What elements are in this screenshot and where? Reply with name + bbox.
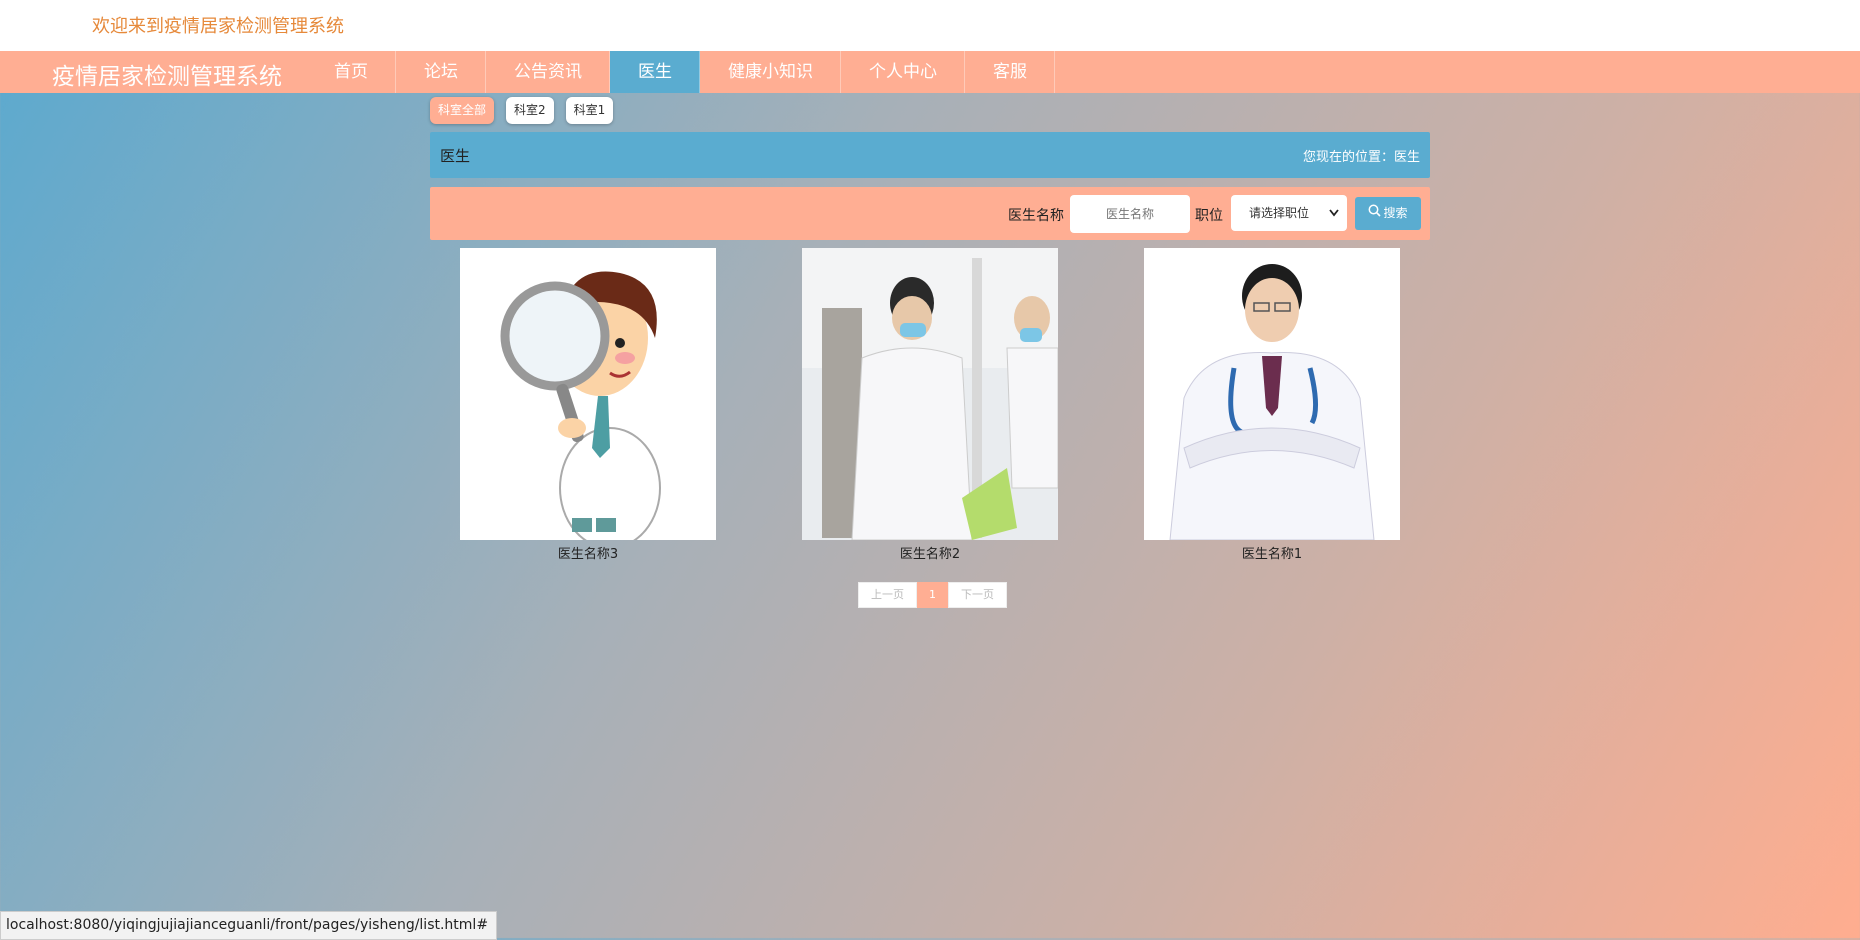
nav-item-home[interactable]: 首页 (306, 51, 396, 93)
doctor-name-input[interactable] (1070, 195, 1190, 233)
department-filters: 科室全部 科室2 科室1 (430, 97, 614, 124)
doctor-name-label: 医生名称 (1008, 208, 1064, 224)
nav-item-health-tips[interactable]: 健康小知识 (700, 51, 841, 93)
doctor-name[interactable]: 医生名称3 (460, 543, 716, 562)
doctor-card[interactable]: 医生名称3 (460, 248, 716, 562)
position-label: 职位 (1195, 208, 1223, 224)
doctor-card-list: 医生名称3 医生名称2 医生名称1 (430, 248, 1430, 568)
doctor-name[interactable]: 医生名称2 (802, 543, 1058, 562)
doctor-photo[interactable] (1144, 248, 1400, 540)
position-select[interactable]: 请选择职位 (1231, 195, 1347, 231)
page-title: 医生 (440, 147, 471, 165)
search-icon (1368, 197, 1382, 230)
doctor-photo[interactable] (460, 248, 716, 540)
nav-item-news[interactable]: 公告资讯 (486, 51, 610, 93)
current-page[interactable]: 1 (917, 582, 948, 608)
brand-title[interactable]: 疫情居家检测管理系统 (52, 57, 282, 91)
top-bar: 欢迎来到疫情居家检测管理系统 (0, 0, 1860, 51)
nav-menu: 首页 论坛 公告资讯 医生 健康小知识 个人中心 客服 (306, 51, 1055, 93)
breadcrumb: 医生 您现在的位置：医生 (430, 132, 1430, 178)
doctor-card[interactable]: 医生名称2 (802, 248, 1058, 562)
nav-item-profile[interactable]: 个人中心 (841, 51, 965, 93)
filter-all-departments[interactable]: 科室全部 (430, 97, 495, 124)
search-bar: 医生名称 职位 请选择职位 搜索 (430, 187, 1430, 240)
filter-department-1[interactable]: 科室1 (565, 97, 614, 124)
position-select-value: 请选择职位 (1249, 206, 1310, 220)
next-page-button[interactable]: 下一页 (948, 582, 1007, 608)
current-location: 您现在的位置：医生 (1302, 150, 1420, 165)
doctor-name[interactable]: 医生名称1 (1144, 543, 1400, 562)
status-bar-url: localhost:8080/yiqingjujiajianceguanli/f… (0, 911, 498, 940)
doctor-photo[interactable] (802, 248, 1058, 540)
nav-item-service[interactable]: 客服 (965, 51, 1055, 93)
chevron-down-icon (1329, 195, 1339, 245)
nav-item-forum[interactable]: 论坛 (396, 51, 486, 93)
prev-page-button[interactable]: 上一页 (858, 582, 917, 608)
main-navbar: 疫情居家检测管理系统 首页 论坛 公告资讯 医生 健康小知识 个人中心 客服 (0, 51, 1860, 93)
search-button-label: 搜索 (1383, 206, 1408, 220)
filter-department-2[interactable]: 科室2 (506, 97, 554, 124)
doctor-card[interactable]: 医生名称1 (1144, 248, 1400, 562)
nav-item-doctor[interactable]: 医生 (610, 51, 700, 93)
pagination: 上一页 1 下一页 (858, 582, 1007, 608)
search-button[interactable]: 搜索 (1355, 197, 1421, 230)
welcome-text: 欢迎来到疫情居家检测管理系统 (92, 16, 344, 37)
